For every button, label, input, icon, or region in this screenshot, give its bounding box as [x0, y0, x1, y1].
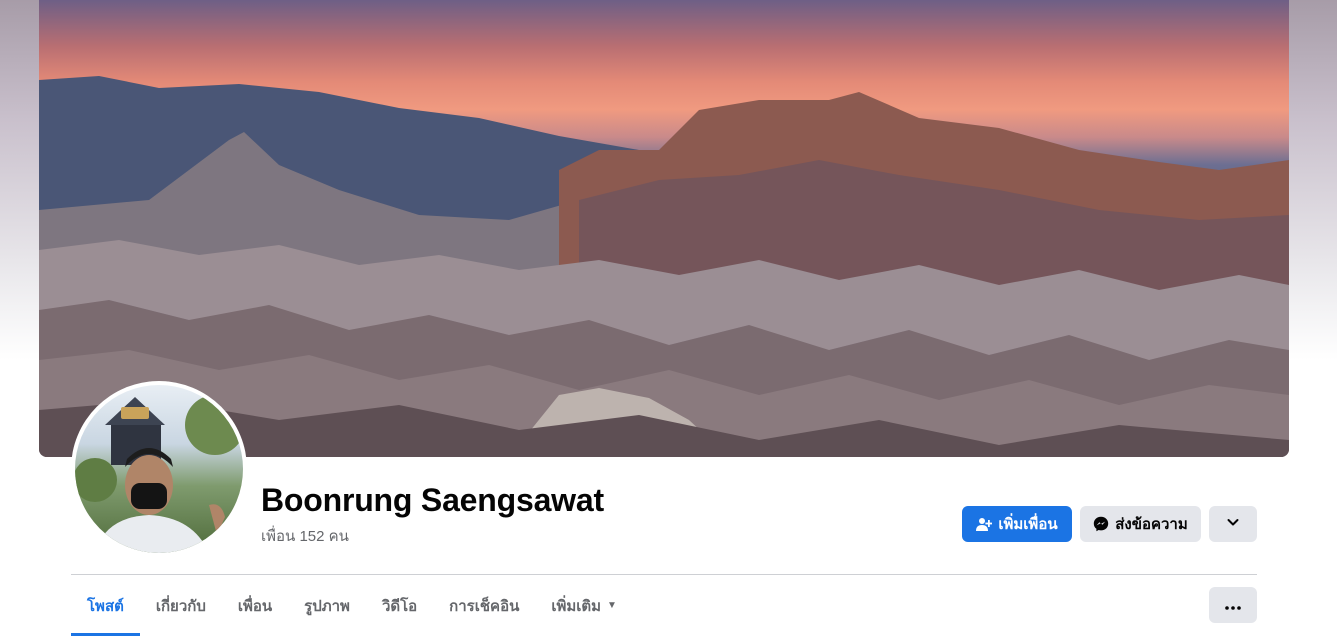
add-friend-button[interactable]: เพิ่มเพื่อน	[962, 506, 1072, 542]
tab-label: โพสต์	[87, 597, 124, 615]
profile-name: Boonrung Saengsawat	[261, 482, 604, 518]
add-person-icon	[976, 516, 993, 532]
tab-label: วิดีโอ	[381, 597, 418, 615]
tab-label: เพื่อน	[237, 597, 273, 615]
profile-tabs: โพสต์ เกี่ยวกับ เพื่อน รูปภาพ วิดีโอ การ…	[71, 575, 633, 636]
caret-down-icon: ▼	[607, 600, 617, 611]
tab-more[interactable]: เพิ่มเติม ▼	[535, 575, 633, 636]
more-options-button[interactable]	[1209, 506, 1257, 542]
tab-checkins[interactable]: การเช็คอิน	[433, 575, 535, 636]
overflow-menu-button[interactable]	[1209, 587, 1257, 623]
profile-page: Boonrung Saengsawat เพื่อน 152 คน เพิ่มเ…	[0, 0, 1337, 636]
avatar-photo	[75, 385, 243, 553]
add-friend-label: เพิ่มเพื่อน	[998, 516, 1058, 533]
tab-label: รูปภาพ	[304, 597, 350, 615]
avatar-illustration	[75, 395, 243, 553]
tab-friends[interactable]: เพื่อน	[222, 575, 288, 636]
friends-count[interactable]: เพื่อน 152 คน	[261, 524, 349, 548]
message-button[interactable]: ส่งข้อความ	[1080, 506, 1201, 542]
tab-photos[interactable]: รูปภาพ	[288, 575, 366, 636]
tab-label: เกี่ยวกับ	[155, 597, 206, 615]
ellipsis-icon	[1225, 597, 1241, 614]
tab-videos[interactable]: วิดีโอ	[366, 575, 433, 636]
chevron-down-icon	[1226, 515, 1240, 533]
profile-avatar[interactable]	[71, 381, 247, 557]
tab-label: การเช็คอิน	[449, 597, 520, 615]
tab-posts[interactable]: โพสต์	[71, 575, 140, 636]
tab-about[interactable]: เกี่ยวกับ	[140, 575, 222, 636]
tab-label: เพิ่มเติม	[551, 597, 602, 615]
message-label: ส่งข้อความ	[1115, 516, 1188, 533]
messenger-icon	[1093, 516, 1109, 532]
